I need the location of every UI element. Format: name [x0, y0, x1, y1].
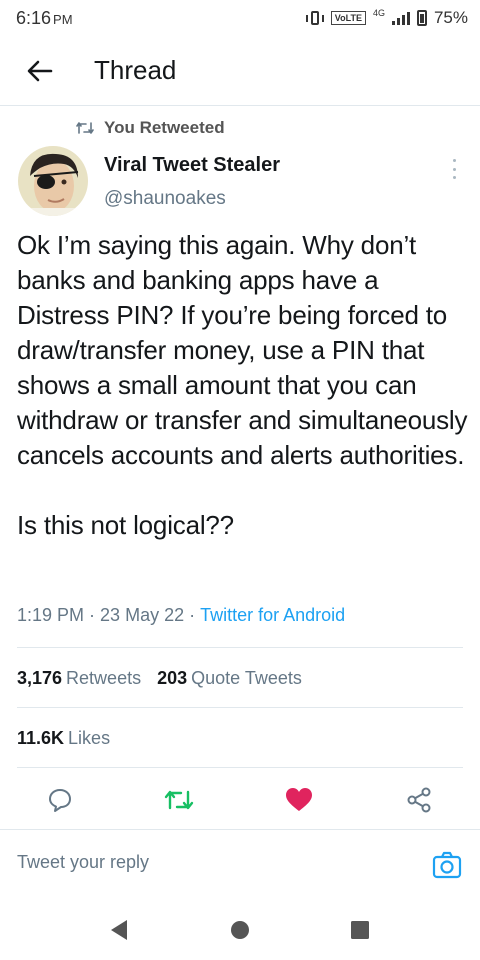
- retweet-context: You Retweeted: [76, 118, 225, 138]
- nav-recents-button[interactable]: [348, 918, 372, 942]
- thread-header: Thread: [0, 36, 480, 106]
- vibrate-icon: [305, 11, 324, 25]
- meta-separator: ·: [189, 605, 196, 625]
- likes-stats: 11.6K Likes: [17, 728, 110, 749]
- network-type: 4G: [372, 8, 385, 18]
- reply-button[interactable]: [42, 782, 78, 818]
- status-time-value: 6:16: [16, 7, 52, 28]
- avatar-image: [18, 146, 88, 216]
- share-icon: [407, 787, 431, 813]
- divider: [17, 647, 463, 648]
- more-options-button[interactable]: [447, 156, 461, 182]
- status-bar: 6:16 PM VoLTE 4G 75%: [0, 0, 480, 36]
- system-navbar: [0, 900, 480, 960]
- quotes-count: 203: [157, 668, 188, 688]
- battery-icon: [416, 10, 427, 26]
- battery-percent: 75%: [433, 8, 468, 27]
- square-recents-icon: [351, 921, 369, 939]
- tweet-meta: 1:19 PM · 23 May 22 · Twitter for Android: [17, 605, 345, 626]
- likes-count: 11.6K: [17, 728, 65, 748]
- retweets-label: Retweets: [66, 668, 142, 688]
- reply-icon: [49, 789, 71, 812]
- likes-label: Likes: [68, 728, 111, 748]
- circle-home-icon: [231, 921, 249, 939]
- status-time: 6:16 PM: [16, 8, 73, 29]
- like-button[interactable]: [281, 782, 317, 818]
- author-handle[interactable]: @shaunoakes: [104, 188, 226, 210]
- share-button[interactable]: [401, 782, 437, 818]
- author-name[interactable]: Viral Tweet Stealer: [104, 154, 280, 177]
- avatar[interactable]: [18, 146, 88, 216]
- quotes-label: Quote Tweets: [191, 668, 302, 688]
- back-button[interactable]: [0, 36, 80, 106]
- tweet-client-link[interactable]: Twitter for Android: [200, 605, 345, 625]
- likes-stat[interactable]: 11.6K Likes: [17, 728, 110, 749]
- tweet-date: 23 May 22: [100, 605, 185, 625]
- divider: [17, 707, 463, 708]
- camera-icon: [432, 851, 462, 879]
- page-title: Thread: [94, 55, 177, 85]
- more-dot-icon: [452, 167, 456, 171]
- nav-back-button[interactable]: [107, 918, 131, 942]
- retweet-context-label: You Retweeted: [104, 118, 225, 137]
- nav-home-button[interactable]: [228, 918, 252, 942]
- retweet-icon: [164, 790, 194, 810]
- reply-input[interactable]: [17, 852, 397, 873]
- tweet-time: 1:19 PM: [17, 605, 85, 625]
- triangle-back-icon: [111, 920, 127, 940]
- retweets-count: 3,176: [17, 668, 63, 688]
- retweet-button[interactable]: [161, 782, 197, 818]
- heart-icon: [286, 788, 312, 811]
- reply-bar: [0, 829, 480, 899]
- retweets-stat[interactable]: 3,176 Retweets: [17, 668, 141, 689]
- more-dot-icon: [452, 176, 456, 179]
- meta-separator: ·: [89, 605, 96, 625]
- retweet-small-icon: [76, 122, 94, 134]
- volte-badge: VoLTE: [330, 11, 366, 25]
- tweet-text: Ok I’m saying this again. Why don’t bank…: [17, 230, 468, 540]
- arrow-left-icon: [27, 60, 53, 81]
- quote-tweets-stat[interactable]: 203 Quote Tweets: [157, 668, 302, 689]
- engagement-stats: 3,176 Retweets 203 Quote Tweets: [17, 668, 302, 689]
- signal-icon: [391, 11, 410, 25]
- divider: [17, 767, 463, 768]
- status-time-ampm: PM: [53, 11, 73, 27]
- status-indicators: VoLTE 4G 75%: [305, 8, 468, 28]
- camera-button[interactable]: [432, 850, 462, 880]
- tweet-actions: [0, 778, 480, 822]
- more-dot-icon: [452, 159, 456, 162]
